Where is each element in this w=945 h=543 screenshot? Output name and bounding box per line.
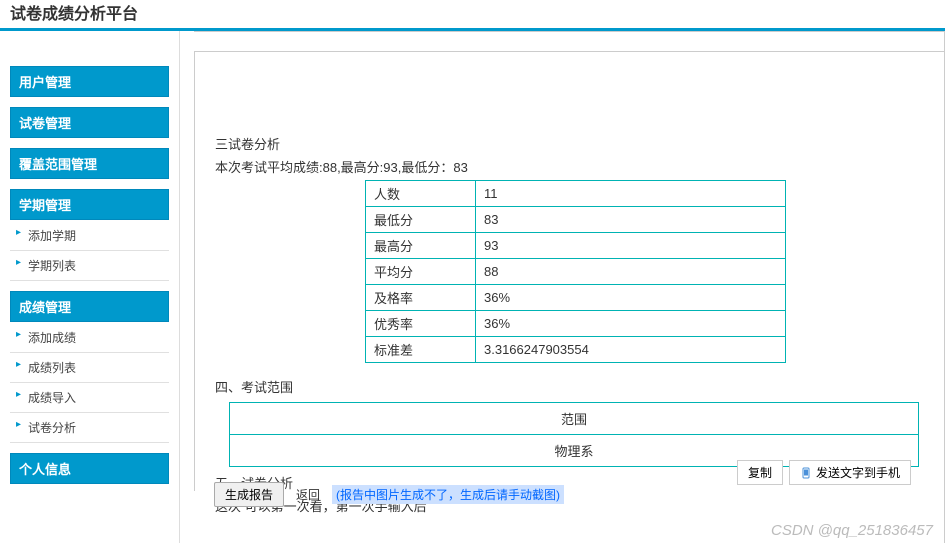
nav-item-add-score[interactable]: 添加成绩: [10, 323, 169, 353]
hint-text: (报告中图片生成不了，生成后请手动截图): [332, 485, 564, 504]
nav-item-term-list[interactable]: 学期列表: [10, 251, 169, 281]
section3-title: 三试卷分析: [215, 134, 925, 153]
nav-header-exam-mgmt[interactable]: 试卷管理: [10, 107, 169, 138]
nav-header-score-mgmt[interactable]: 成绩管理: [10, 291, 169, 322]
summary-text: 本次考试平均成绩:88,最高分:93,最低分：83: [215, 157, 925, 176]
table-row: 标准差3.3166247903554: [366, 337, 786, 363]
nav-header-personal-info[interactable]: 个人信息: [10, 453, 169, 484]
stat-value: 11: [476, 181, 786, 207]
table-row: 最高分93: [366, 233, 786, 259]
scope-header: 范围: [230, 403, 919, 435]
send-to-phone-button[interactable]: 发送文字到手机: [789, 460, 911, 485]
stat-label: 标准差: [366, 337, 476, 363]
nav-header-term-mgmt[interactable]: 学期管理: [10, 189, 169, 220]
stat-label: 人数: [366, 181, 476, 207]
back-link[interactable]: 返回: [292, 486, 324, 503]
page-title: 试卷成绩分析平台: [0, 0, 945, 20]
watermark: CSDN @qq_251836457: [771, 522, 933, 539]
nav-item-score-list[interactable]: 成绩列表: [10, 353, 169, 383]
nav-item-exam-analysis[interactable]: 试卷分析: [10, 413, 169, 443]
generate-report-button[interactable]: 生成报告: [214, 482, 284, 507]
sidebar: 用户管理 试卷管理 覆盖范围管理 学期管理 添加学期 学期列表 成绩管理 添加成…: [0, 31, 180, 543]
stat-value: 93: [476, 233, 786, 259]
table-row: 及格率36%: [366, 285, 786, 311]
copy-button[interactable]: 复制: [737, 460, 783, 485]
stat-value: 83: [476, 207, 786, 233]
table-row: 优秀率36%: [366, 311, 786, 337]
stat-label: 及格率: [366, 285, 476, 311]
content-panel: 三试卷分析 本次考试平均成绩:88,最高分:93,最低分：83 人数11 最低分…: [194, 51, 945, 491]
copy-toolbar: 复制 发送文字到手机: [737, 460, 911, 485]
table-row: 范围: [230, 403, 919, 435]
stat-label: 平均分: [366, 259, 476, 285]
section4-title: 四、考试范围: [215, 377, 925, 396]
stat-label: 最低分: [366, 207, 476, 233]
send-phone-label: 发送文字到手机: [816, 464, 900, 481]
stat-value: 36%: [476, 311, 786, 337]
nav-item-add-term[interactable]: 添加学期: [10, 221, 169, 251]
scope-table: 范围 物理系: [229, 402, 919, 467]
nav-header-coverage-mgmt[interactable]: 覆盖范围管理: [10, 148, 169, 179]
action-bar: 生成报告 返回 (报告中图片生成不了，生成后请手动截图): [214, 482, 564, 507]
stats-table: 人数11 最低分83 最高分93 平均分88 及格率36% 优秀率36% 标准差…: [365, 180, 786, 363]
phone-icon: [800, 467, 812, 479]
stat-label: 最高分: [366, 233, 476, 259]
table-row: 最低分83: [366, 207, 786, 233]
table-row: 平均分88: [366, 259, 786, 285]
stat-value: 88: [476, 259, 786, 285]
nav-header-user-mgmt[interactable]: 用户管理: [10, 66, 169, 97]
stat-value: 36%: [476, 285, 786, 311]
stat-value: 3.3166247903554: [476, 337, 786, 363]
stat-label: 优秀率: [366, 311, 476, 337]
table-row: 人数11: [366, 181, 786, 207]
nav-item-score-import[interactable]: 成绩导入: [10, 383, 169, 413]
